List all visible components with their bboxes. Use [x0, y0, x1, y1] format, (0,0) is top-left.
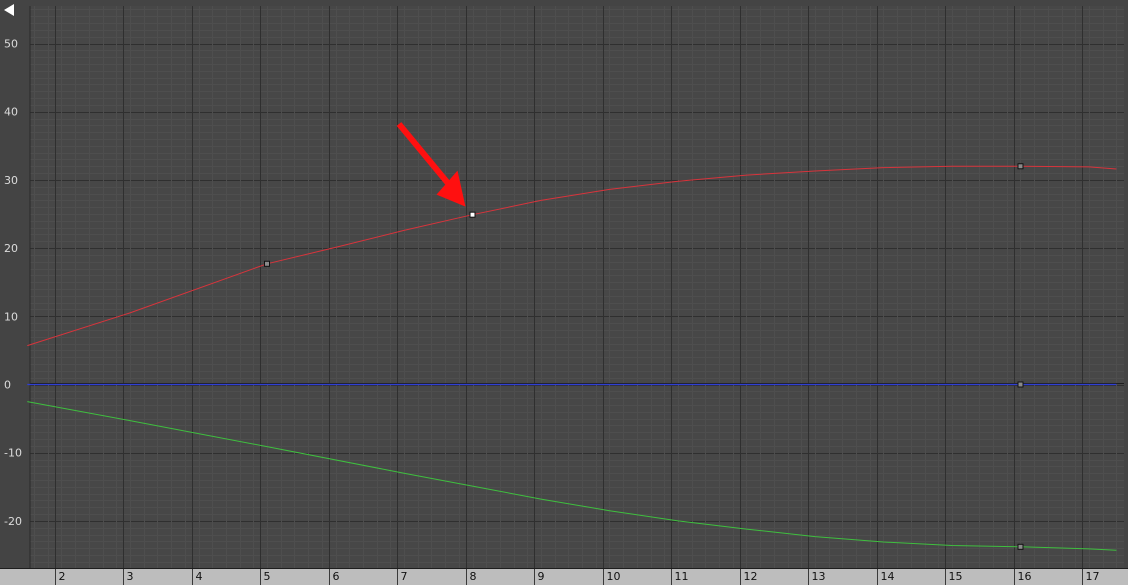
- curve-editor[interactable]: 50 40 30 20 10 0 -10 -20 2 3 4 5 6 7 8 9 10 11 12 13 14 15 16…: [0, 0, 1128, 585]
- frame-ruler-label: 11: [675, 570, 689, 583]
- frame-ruler-label: 15: [949, 570, 963, 583]
- y-tick-label: -10: [4, 447, 22, 460]
- frame-ruler-label: 2: [59, 570, 66, 583]
- frame-ruler-label: 4: [196, 570, 203, 583]
- keyframe[interactable]: [264, 260, 270, 267]
- frame-ruler-label: 3: [127, 570, 134, 583]
- curve-graph[interactable]: 50 40 30 20 10 0 -10 -20 2 3 4 5 6 7 8 9 10 11 12 13 14 15 16…: [0, 0, 1128, 585]
- frame-ruler-label: 5: [264, 570, 271, 583]
- frame-ruler-label: 16: [1018, 570, 1032, 583]
- keyframe[interactable]: [1017, 543, 1024, 550]
- y-tick-label: 10: [4, 310, 18, 323]
- frame-ruler-label: 9: [538, 570, 545, 583]
- frame-ruler-label: 7: [401, 570, 408, 583]
- plot-area[interactable]: [30, 6, 1124, 568]
- frame-ruler-label: 8: [470, 570, 477, 583]
- frame-ruler-label: 6: [333, 570, 340, 583]
- keyframe[interactable]: [1017, 163, 1024, 170]
- keyframe[interactable]: [1017, 381, 1024, 388]
- frame-ruler-label: 12: [744, 570, 758, 583]
- y-tick-label: 0: [4, 379, 11, 392]
- y-tick-label: 50: [4, 38, 18, 51]
- y-tick-label: 40: [4, 106, 18, 119]
- frame-ruler[interactable]: 2 3 4 5 6 7 8 9 10 11 12 13 14 15 16 17: [0, 568, 1128, 585]
- frame-ruler-label: 17: [1086, 570, 1100, 583]
- y-tick-label: 20: [4, 242, 18, 255]
- y-tick-label: -20: [4, 515, 22, 528]
- frame-ruler-label: 13: [812, 570, 826, 583]
- y-tick-label: 30: [4, 174, 18, 187]
- keyframe-selected[interactable]: [469, 211, 476, 218]
- frame-ruler-label: 10: [607, 570, 621, 583]
- frame-ruler-label: 14: [881, 570, 895, 583]
